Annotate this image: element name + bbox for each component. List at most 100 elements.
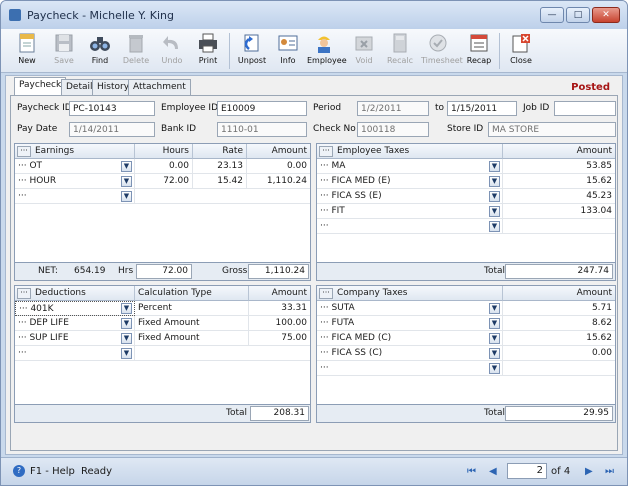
check-no-field[interactable]: 100118 — [357, 122, 429, 137]
maximize-button[interactable]: □ — [566, 7, 590, 23]
bank-id-field[interactable]: 1110-01 — [217, 122, 307, 137]
tab-attachment[interactable]: Attachment — [128, 79, 191, 95]
table-row[interactable]: ··· FIT ▼ 133.04 — [317, 204, 615, 219]
hours-cell: 72.00 — [135, 174, 193, 189]
table-row[interactable]: ··· FICA MED (E) ▼ 15.62 — [317, 174, 615, 189]
close-button[interactable]: Close — [504, 31, 538, 71]
unpost-button[interactable]: Unpost — [235, 31, 269, 71]
window-title: Paycheck - Michelle Y. King — [27, 9, 174, 22]
save-button[interactable]: Save — [47, 31, 81, 71]
printer-icon — [199, 33, 217, 53]
chevron-down-icon[interactable]: ▼ — [489, 318, 500, 329]
total-value: 29.95 — [505, 406, 613, 421]
employee-button[interactable]: Employee — [307, 31, 347, 71]
table-row[interactable]: ··· DEP LIFE ▼ Fixed Amount 100.00 — [15, 316, 310, 331]
column-chooser-button[interactable]: ··· — [319, 288, 333, 299]
chevron-down-icon[interactable]: ▼ — [121, 176, 132, 187]
delete-button[interactable]: Delete — [119, 31, 153, 71]
page-number-input[interactable]: 2 — [507, 463, 547, 479]
table-row[interactable]: ··· FICA SS (E) ▼ 45.23 — [317, 189, 615, 204]
chevron-down-icon[interactable]: ▼ — [121, 191, 132, 202]
table-row[interactable]: ··· FUTA ▼ 8.62 — [317, 316, 615, 331]
unpost-icon — [244, 34, 259, 52]
chevron-down-icon[interactable]: ▼ — [489, 363, 500, 374]
new-button[interactable]: New — [10, 31, 44, 71]
gross-total: 1,110.24 — [248, 264, 309, 279]
chevron-down-icon[interactable]: ▼ — [489, 333, 500, 344]
table-row-new[interactable]: ··· ▼ — [15, 189, 310, 204]
undo-button[interactable]: Undo — [155, 31, 189, 71]
employee-taxes-header: ··· Employee Taxes — [317, 144, 503, 159]
table-row[interactable]: ··· SUTA ▼ 5.71 — [317, 301, 615, 316]
column-chooser-button[interactable]: ··· — [319, 146, 333, 157]
employee-id-label: Employee ID — [161, 103, 219, 113]
chevron-down-icon[interactable]: ▼ — [489, 191, 500, 202]
table-row[interactable]: ··· SUP LIFE ▼ Fixed Amount 75.00 — [15, 331, 310, 346]
tax-name: ··· FICA SS (E) — [317, 189, 503, 204]
chevron-down-icon[interactable]: ▼ — [489, 161, 500, 172]
period-from-field[interactable]: 1/2/2011 — [357, 101, 429, 116]
amount-cell: 8.62 — [591, 318, 612, 328]
chevron-down-icon[interactable]: ▼ — [121, 318, 132, 329]
deductions-grid: ··· Deductions Calculation Type Amount ··… — [14, 285, 311, 423]
total-label: Total — [484, 408, 506, 418]
store-id-label: Store ID — [447, 124, 484, 134]
chevron-down-icon[interactable]: ▼ — [121, 348, 132, 359]
chevron-down-icon[interactable]: ▼ — [489, 176, 500, 187]
hours-header: Hours — [135, 144, 193, 159]
tab-paycheck[interactable]: Paycheck — [14, 77, 67, 95]
timesheet-button[interactable]: Timesheet — [421, 31, 463, 71]
chevron-down-icon[interactable]: ▼ — [489, 206, 500, 217]
paycheck-id-field[interactable]: PC-10143 — [69, 101, 155, 116]
table-row[interactable]: ··· FICA MED (C) ▼ 15.62 — [317, 331, 615, 346]
last-record-icon[interactable]: ⏭ — [605, 466, 614, 477]
column-chooser-button[interactable]: ··· — [17, 288, 31, 299]
info-button[interactable]: Info — [271, 31, 305, 71]
deduction-name: ··· 401K — [15, 301, 135, 316]
table-row-new[interactable]: ··· ▼ — [15, 346, 310, 361]
minimize-button[interactable]: — — [540, 7, 564, 23]
period-to-field[interactable]: 1/15/2011 — [447, 101, 517, 116]
floppy-disk-icon — [55, 34, 73, 52]
pay-date-field[interactable]: 1/14/2011 — [69, 122, 155, 137]
next-record-icon[interactable]: ▶ — [585, 466, 593, 477]
table-row-new[interactable]: ··· ▼ — [317, 219, 615, 234]
total-value: 247.74 — [505, 264, 613, 279]
table-row[interactable]: ··· 401K ▼ Percent 33.31 — [15, 301, 310, 316]
previous-record-icon[interactable]: ◀ — [489, 466, 497, 477]
chevron-down-icon[interactable]: ▼ — [121, 333, 132, 344]
table-row-new[interactable]: ··· ▼ — [317, 361, 615, 376]
first-record-icon[interactable]: ⏮ — [467, 466, 476, 477]
chevron-down-icon[interactable]: ▼ — [489, 348, 500, 359]
table-row[interactable]: ··· HOUR ▼ 72.00 15.42 1,110.24 — [15, 174, 310, 189]
recap-button[interactable]: Recap — [462, 31, 496, 71]
earnings-footer: NET: 654.19 Hrs 72.00 Gross 1,110.24 — [15, 262, 310, 280]
recalc-button[interactable]: Recalc — [383, 31, 417, 71]
net-label: NET: — [38, 266, 58, 276]
find-button[interactable]: Find — [83, 31, 117, 71]
help-icon[interactable]: ? — [13, 465, 25, 477]
employee-id-field[interactable]: E10009 — [217, 101, 307, 116]
check-no-label: Check No — [313, 124, 356, 134]
ready-status: Ready — [81, 466, 113, 477]
help-label[interactable]: F1 - Help — [30, 466, 75, 477]
total-label: Total — [226, 408, 248, 418]
chevron-down-icon[interactable]: ▼ — [121, 303, 132, 314]
chevron-down-icon[interactable]: ▼ — [121, 161, 132, 172]
chevron-down-icon[interactable]: ▼ — [489, 303, 500, 314]
void-button[interactable]: Void — [347, 31, 381, 71]
chevron-down-icon[interactable]: ▼ — [489, 221, 500, 232]
table-row[interactable]: ··· OT ▼ 0.00 23.13 0.00 — [15, 159, 310, 174]
calc-type-cell: Percent — [135, 301, 249, 316]
table-row[interactable]: ··· FICA SS (C) ▼ 0.00 — [317, 346, 615, 361]
recap-report-icon — [470, 34, 488, 52]
content-area: Paycheck Detail History Attachment Poste… — [5, 75, 623, 455]
company-taxes-grid: ··· Company Taxes Amount ··· SUTA ▼ 5.71 … — [316, 285, 616, 423]
table-row[interactable]: ··· MA ▼ 53.85 — [317, 159, 615, 174]
job-id-field[interactable] — [554, 101, 616, 116]
calc-type-cell: Fixed Amount — [135, 331, 249, 346]
close-window-button[interactable]: ✕ — [592, 7, 620, 23]
store-id-field[interactable]: MA STORE — [488, 122, 616, 137]
column-chooser-button[interactable]: ··· — [17, 146, 31, 157]
print-button[interactable]: Print — [191, 31, 225, 71]
